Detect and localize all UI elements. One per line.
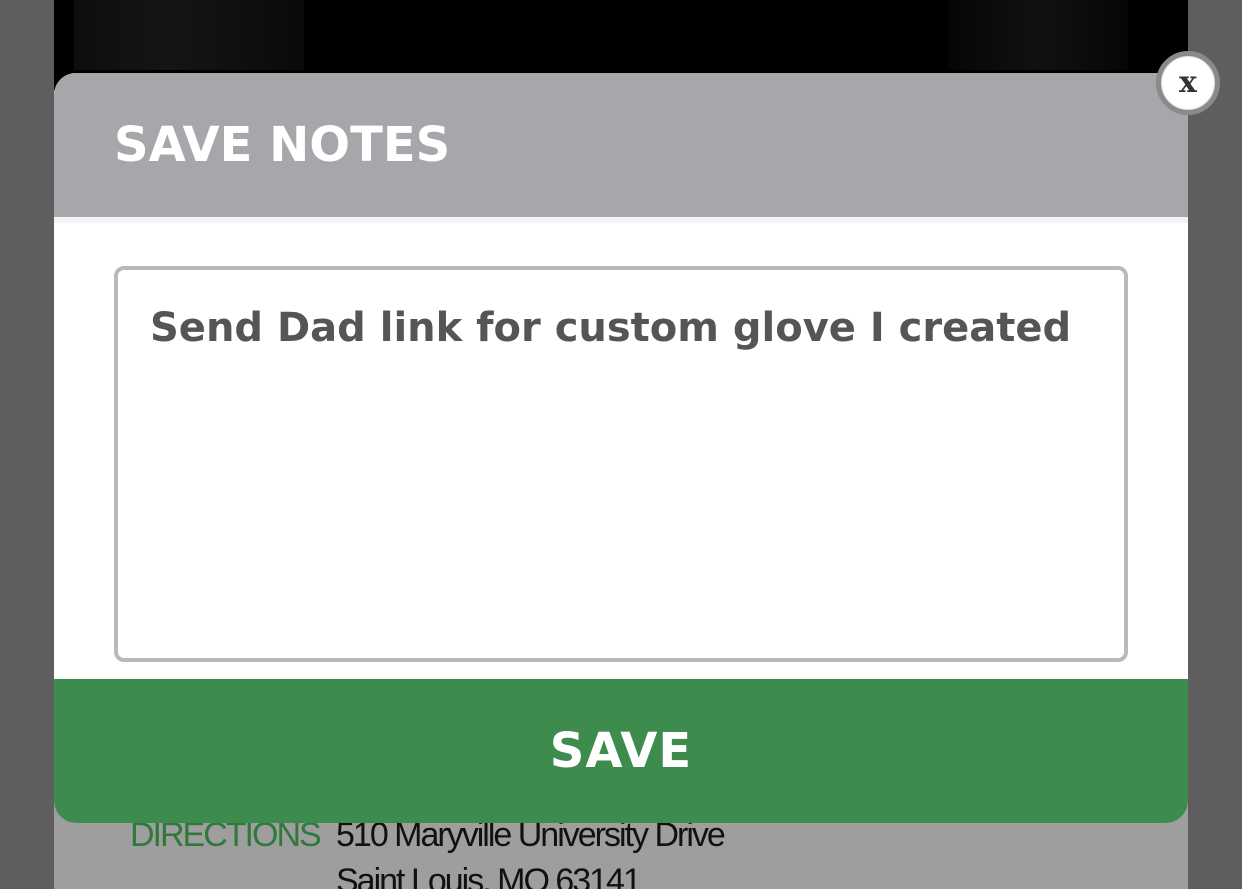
close-icon[interactable]: x: [1156, 51, 1220, 115]
address-line-2: Saint Louis, MO 63141: [336, 862, 642, 889]
modal-header: SAVE NOTES: [54, 73, 1188, 217]
address: 510 Maryville University Drive Saint Lou…: [336, 812, 726, 889]
directions-section: DIRECTIONS 510 Maryville University Driv…: [130, 812, 726, 889]
modal-title: SAVE NOTES: [114, 117, 451, 173]
notes-textarea[interactable]: Send Dad link for custom glove I created: [114, 266, 1128, 662]
directions-label[interactable]: DIRECTIONS: [130, 812, 336, 889]
save-button[interactable]: SAVE: [54, 679, 1188, 823]
save-notes-modal: SAVE NOTES Send Dad link for custom glov…: [54, 73, 1188, 823]
modal-body: Send Dad link for custom glove I created: [54, 223, 1188, 679]
